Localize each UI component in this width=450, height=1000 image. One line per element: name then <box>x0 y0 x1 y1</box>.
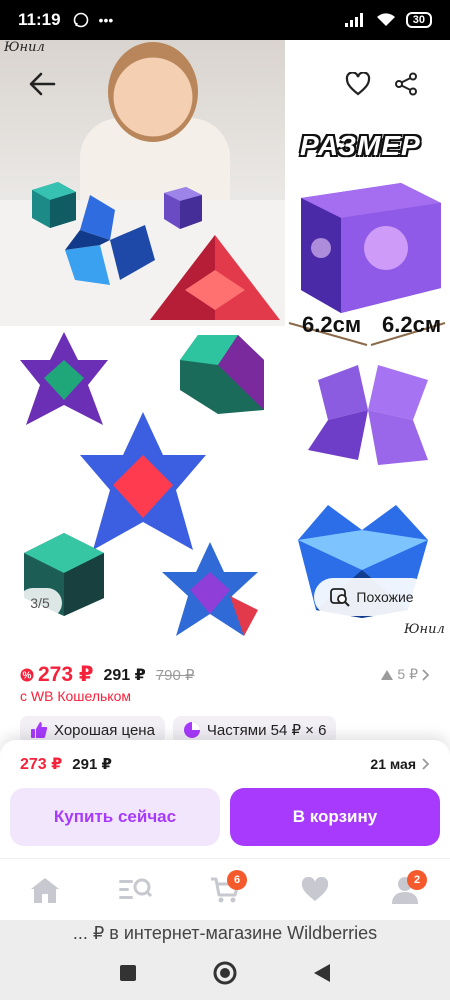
pie-icon <box>183 722 200 738</box>
price-regular: 291 ₽ <box>103 666 146 684</box>
wifi-icon <box>376 13 395 26</box>
price-history-link[interactable]: 5 ₽ <box>381 666 430 683</box>
status-bar: 11:19 ••• 30 <box>0 0 450 40</box>
installments-label: Частями 54 ₽ × 6 <box>206 722 327 739</box>
system-nav <box>0 946 450 1000</box>
similar-label: Похожие <box>356 589 414 605</box>
more-notifications-icon: ••• <box>98 12 114 28</box>
chevron-right-icon <box>422 668 430 681</box>
wallet-discount-icon: % <box>20 668 34 681</box>
heart-icon <box>301 876 329 901</box>
sheet-price-main: 273 ₽ <box>20 756 63 773</box>
purple-flower-shape-image <box>308 365 428 465</box>
nav-home[interactable] <box>21 866 69 914</box>
circle-icon <box>213 961 237 985</box>
purple-cube-image <box>164 187 202 229</box>
home-system-button[interactable] <box>205 953 245 993</box>
red-pyramid-image <box>150 235 280 320</box>
add-to-cart-button[interactable]: В корзину <box>230 788 440 846</box>
arrow-left-icon <box>29 72 56 96</box>
price-row: % 273 ₽ 291 ₽ 790 ₽ 5 ₽ <box>20 662 430 687</box>
blue-red-star-shape-image <box>162 542 258 636</box>
size-depth-label: 6.2см <box>382 312 442 337</box>
favorite-button[interactable] <box>338 64 378 104</box>
thumbs-up-icon <box>31 722 48 738</box>
back-button[interactable] <box>22 64 62 104</box>
triangle-back-icon <box>313 964 330 982</box>
whatsapp-icon <box>73 12 88 28</box>
cart-count-badge: 6 <box>227 869 247 890</box>
status-notification-icons: ••• <box>73 12 114 28</box>
buy-sheet: 273 ₽ 291 ₽ 21 мая Купить сейчас В корзи… <box>0 740 450 858</box>
image-search-icon <box>330 588 351 607</box>
svg-text:%: % <box>23 670 32 681</box>
delivery-date-link[interactable]: 21 мая <box>370 756 430 772</box>
delivery-date: 21 мая <box>370 756 416 772</box>
catalog-search-icon <box>119 878 152 899</box>
triangle-up-icon <box>381 669 394 680</box>
buy-now-button[interactable]: Купить сейчас <box>10 788 220 846</box>
bottom-nav: 6 2 <box>0 858 450 920</box>
chevron-right-icon <box>422 758 430 770</box>
profile-count-badge: 2 <box>407 869 427 890</box>
watermark-bottom: Юнил <box>404 622 445 637</box>
good-price-label: Хорошая цена <box>54 721 155 739</box>
share-button[interactable] <box>386 64 426 104</box>
browser-title-bar[interactable]: ... ₽ в интернет-магазине Wildberries <box>0 920 450 946</box>
share-icon <box>395 72 417 96</box>
price-main-value: 273 ₽ <box>38 663 94 686</box>
gallery-counter: 3/5 <box>18 588 62 618</box>
green-cube-image <box>180 335 264 414</box>
nav-catalog[interactable] <box>111 866 159 914</box>
price-old: 790 ₽ <box>155 666 195 684</box>
product-gallery[interactable]: Юнил РАЗМЕР 6.2см 6.2см Юнил 3/5 Похожие <box>0 40 450 640</box>
back-system-button[interactable] <box>302 953 342 993</box>
square-icon <box>120 965 137 981</box>
home-icon <box>31 877 59 903</box>
galaxy-cube-image <box>301 183 441 313</box>
child-face <box>108 42 198 142</box>
size-title: РАЗМЕР <box>300 130 421 161</box>
recents-button[interactable] <box>108 953 148 993</box>
wallet-note[interactable]: с WB Кошельком <box>20 688 131 704</box>
battery-indicator: 30 <box>405 12 432 28</box>
nav-favorites[interactable] <box>291 866 339 914</box>
similar-button[interactable]: Похожие <box>314 578 430 616</box>
status-right: 30 <box>344 12 432 28</box>
heart-outline-icon <box>345 72 371 96</box>
sheet-price-secondary: 291 ₽ <box>72 756 112 773</box>
watermark-top: Юнил <box>4 40 45 55</box>
status-time: 11:19 <box>18 10 61 29</box>
price-change-value: 5 ₽ <box>397 666 418 682</box>
signal-icon <box>344 13 363 27</box>
sheet-prices: 273 ₽ 291 ₽ <box>20 754 112 774</box>
nav-cart[interactable]: 6 <box>201 866 249 914</box>
nav-profile[interactable]: 2 <box>381 866 429 914</box>
wallet-price: % 273 ₽ <box>20 662 93 687</box>
size-width-label: 6.2см <box>302 312 362 337</box>
